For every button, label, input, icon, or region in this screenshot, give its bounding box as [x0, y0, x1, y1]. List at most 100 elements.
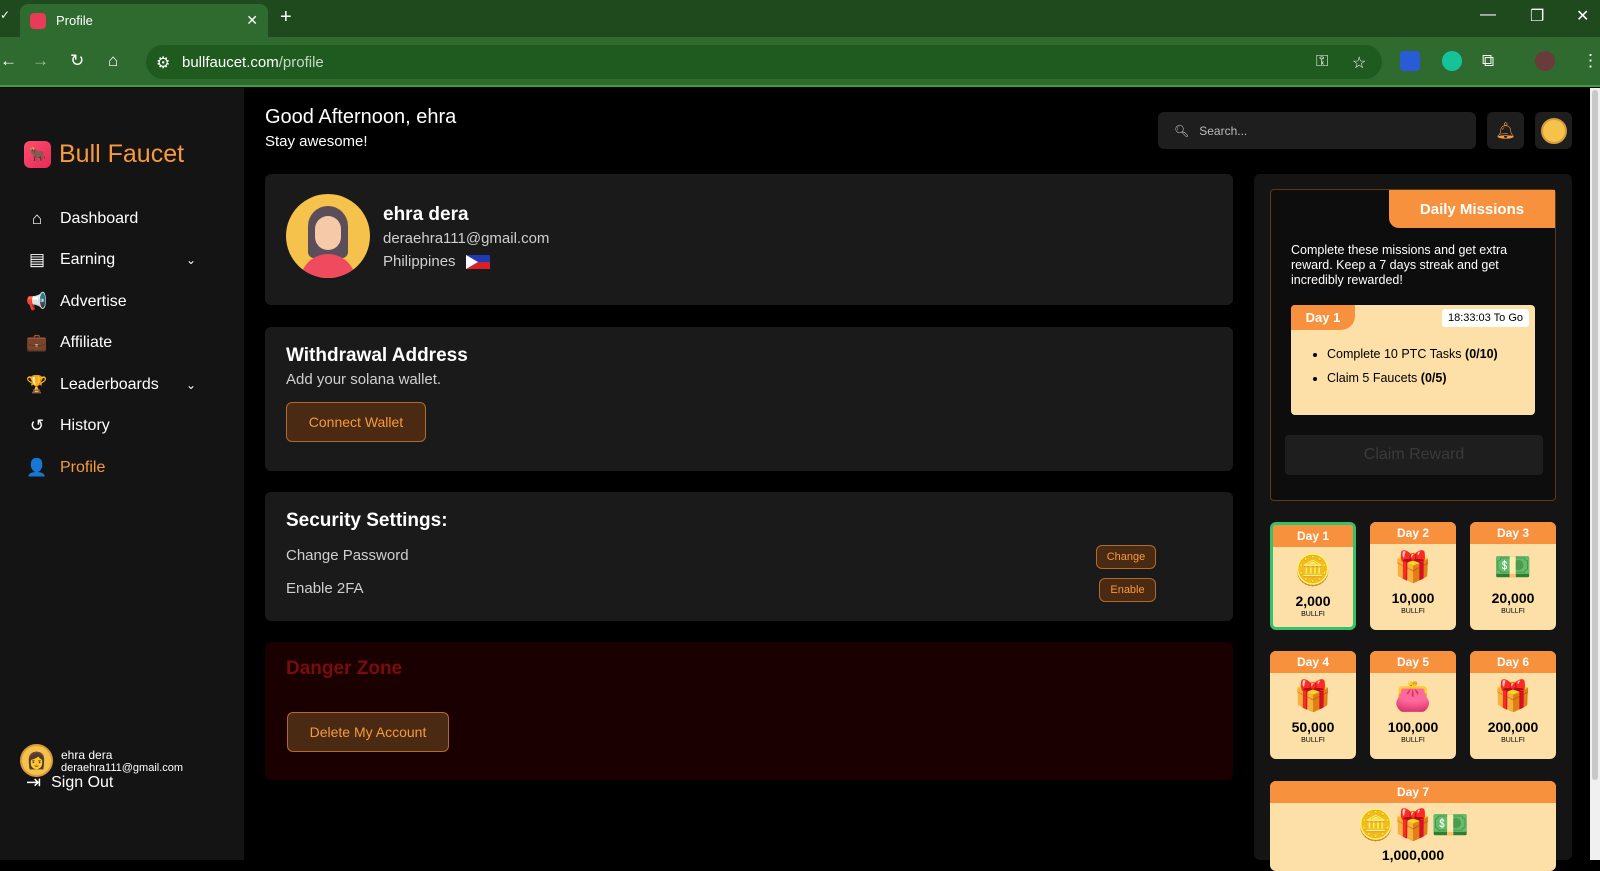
- close-tab-icon[interactable]: ✕: [246, 12, 258, 29]
- change-password-button[interactable]: Change: [1096, 545, 1156, 569]
- list-item: Claim 5 Faucets (0/5): [1327, 371, 1498, 385]
- rewards-panel: Daily Missions Complete these missions a…: [1254, 174, 1572, 871]
- change-password-label: Change Password: [286, 547, 409, 564]
- browser-menu-icon[interactable]: ⋮: [1582, 51, 1599, 71]
- megaphone-icon: 📢: [26, 291, 48, 311]
- day-tag: Day 1: [1291, 305, 1355, 330]
- profile-name: ehra dera: [383, 204, 469, 225]
- profile-card: ehra dera deraehra111@gmail.com Philippi…: [265, 174, 1233, 305]
- sidebar-item-leaderboards[interactable]: 🏆 Leaderboards ⌄: [26, 364, 196, 406]
- briefcase-icon: 💼: [26, 333, 48, 353]
- sidebar-item-label: Advertise: [60, 292, 127, 310]
- search-input[interactable]: [1199, 123, 1460, 138]
- tab-search-icon[interactable]: ✓: [0, 8, 12, 28]
- sidebar-item-history[interactable]: ↺ History: [26, 406, 196, 448]
- sidebar-item-label: Affiliate: [60, 334, 113, 352]
- back-icon[interactable]: ←: [0, 51, 17, 71]
- brand-name: Bull Faucet: [59, 140, 185, 168]
- sidebar-item-label: Profile: [60, 458, 106, 476]
- delete-account-button[interactable]: Delete My Account: [287, 712, 449, 752]
- favicon-icon: [30, 12, 46, 29]
- tab-title: Profile: [56, 13, 93, 28]
- history-icon: ↺: [29, 416, 45, 436]
- streak-day-card: Day 3 💵 20,000 BULLFI: [1470, 522, 1556, 630]
- missions-description: Complete these missions and get extra re…: [1291, 243, 1508, 287]
- browser-toolbar: ← → ↻ ⌂ ⚙ bullfaucet.com/profile ⚿ ☆ ⧉ ⋮: [0, 37, 1600, 87]
- sidebar-item-earning[interactable]: ▤ Earning ⌄: [26, 240, 196, 282]
- url-host: bullfaucet.com: [182, 53, 279, 71]
- search-icon: 🔍︎: [1174, 123, 1190, 138]
- sidebar-nav: ⌂ Dashboard ▤ Earning ⌄ 📢 Advertise 💼 Affilia…: [26, 198, 196, 489]
- philippines-flag-icon: [465, 254, 490, 269]
- user-icon: 👤: [26, 457, 48, 477]
- extensions-puzzle-icon[interactable]: ⧉: [1482, 51, 1494, 71]
- bitwarden-extension-icon[interactable]: [1400, 51, 1420, 71]
- profile-country: Philippines: [383, 253, 490, 270]
- current-day-box: Day 1 18:33:03 To Go Complete 10 PTC Tas…: [1291, 305, 1535, 415]
- home-browser-icon[interactable]: ⌂: [108, 51, 118, 71]
- sidebar-item-affiliate[interactable]: 💼 Affiliate: [26, 323, 196, 365]
- streak-day-card: Day 4 🎁 50,000 BULLFI: [1270, 651, 1356, 759]
- streak-day-card: Day 6 🎁 200,000 BULLFI: [1470, 651, 1556, 759]
- address-bar[interactable]: ⚙ bullfaucet.com/profile ⚿ ☆: [146, 45, 1382, 79]
- sidebar-item-label: Earning: [60, 251, 116, 269]
- bull-logo-icon: 🐂: [24, 141, 51, 168]
- security-settings-card: Security Settings: Change Password Chang…: [265, 492, 1233, 621]
- new-tab-icon[interactable]: +: [280, 6, 292, 29]
- countdown-timer: 18:33:03 To Go: [1441, 309, 1529, 327]
- bell-icon: 🔔︎: [1495, 122, 1516, 140]
- sidebar-user-name: ehra dera: [61, 747, 113, 762]
- bookmark-star-icon[interactable]: ☆: [1352, 53, 1366, 73]
- streak-day-card: Day 1 🪙 2,000 BULLFI: [1270, 522, 1356, 630]
- sign-out-button[interactable]: ⇥ Sign Out: [26, 772, 113, 793]
- sidebar-item-dashboard[interactable]: ⌂ Dashboard: [26, 198, 196, 240]
- sidebar: 🐂 Bull Faucet ⌂ Dashboard ▤ Earning ⌄ 📢 Adve…: [0, 88, 244, 860]
- sidebar-item-profile[interactable]: 👤 Profile: [26, 447, 196, 489]
- profile-avatar: [286, 194, 370, 278]
- password-key-icon[interactable]: ⚿: [1316, 53, 1328, 71]
- greeting: Good Afternoon, ehra: [265, 106, 457, 128]
- money-icon: ▤: [28, 250, 46, 270]
- streak-day-card: Day 5 👛 100,000 BULLFI: [1370, 651, 1456, 759]
- streak-day7-card: Day 7 🪙🎁💵 1,000,000: [1270, 781, 1556, 871]
- page-scrollbar[interactable]: [1590, 88, 1600, 860]
- danger-title: Danger Zone: [286, 658, 403, 679]
- withdrawal-title: Withdrawal Address: [286, 345, 468, 366]
- sidebar-item-label: Dashboard: [60, 209, 139, 227]
- grammarly-extension-icon[interactable]: [1442, 51, 1462, 71]
- home-icon: ⌂: [31, 208, 43, 228]
- window-close-icon[interactable]: ✕: [1576, 6, 1589, 26]
- restore-icon[interactable]: ❐: [1530, 6, 1544, 26]
- connect-wallet-button[interactable]: Connect Wallet: [286, 402, 426, 442]
- streak-day-card: Day 2 🎁 10,000 BULLFI: [1370, 522, 1456, 630]
- mission-list: Complete 10 PTC Tasks (0/10) Claim 5 Fau…: [1327, 347, 1498, 395]
- user-avatar-button[interactable]: [1535, 112, 1572, 149]
- search-box[interactable]: 🔍︎: [1158, 112, 1476, 149]
- gift-icon: 🎁: [1494, 679, 1532, 713]
- sidebar-item-advertise[interactable]: 📢 Advertise: [26, 281, 196, 323]
- claim-reward-button[interactable]: Claim Reward: [1285, 435, 1543, 475]
- cash-icon: 💵: [1494, 550, 1532, 584]
- gift-icon: 🎁: [1394, 550, 1432, 584]
- enable-2fa-button[interactable]: Enable: [1099, 578, 1156, 602]
- wallet-icon: 👛: [1394, 679, 1432, 713]
- chevron-down-icon: ⌄: [185, 377, 196, 392]
- avatar: [1540, 117, 1567, 144]
- rewards-bundle-icon: 🪙🎁💵: [1356, 808, 1470, 842]
- site-info-icon[interactable]: ⚙: [156, 53, 170, 73]
- minimize-icon[interactable]: —: [1480, 6, 1496, 24]
- notifications-button[interactable]: 🔔︎: [1487, 112, 1524, 149]
- browser-tab[interactable]: Profile ✕: [20, 4, 268, 37]
- chevron-down-icon: ⌄: [185, 253, 196, 268]
- forward-icon[interactable]: →: [32, 51, 49, 71]
- profile-avatar-icon[interactable]: [1535, 51, 1555, 71]
- withdrawal-address-card: Withdrawal Address Add your solana walle…: [265, 327, 1233, 471]
- reload-icon[interactable]: ↻: [70, 51, 84, 71]
- browser-tabstrip: ✓ Profile ✕ + — ❐ ✕: [0, 0, 1600, 37]
- trophy-icon: 🏆: [26, 374, 48, 394]
- profile-email: deraehra111@gmail.com: [383, 230, 550, 247]
- sidebar-item-label: Leaderboards: [60, 375, 159, 393]
- brand[interactable]: 🐂 Bull Faucet: [24, 140, 184, 169]
- url-path: /profile: [278, 53, 324, 71]
- subgreeting: Stay awesome!: [265, 133, 368, 150]
